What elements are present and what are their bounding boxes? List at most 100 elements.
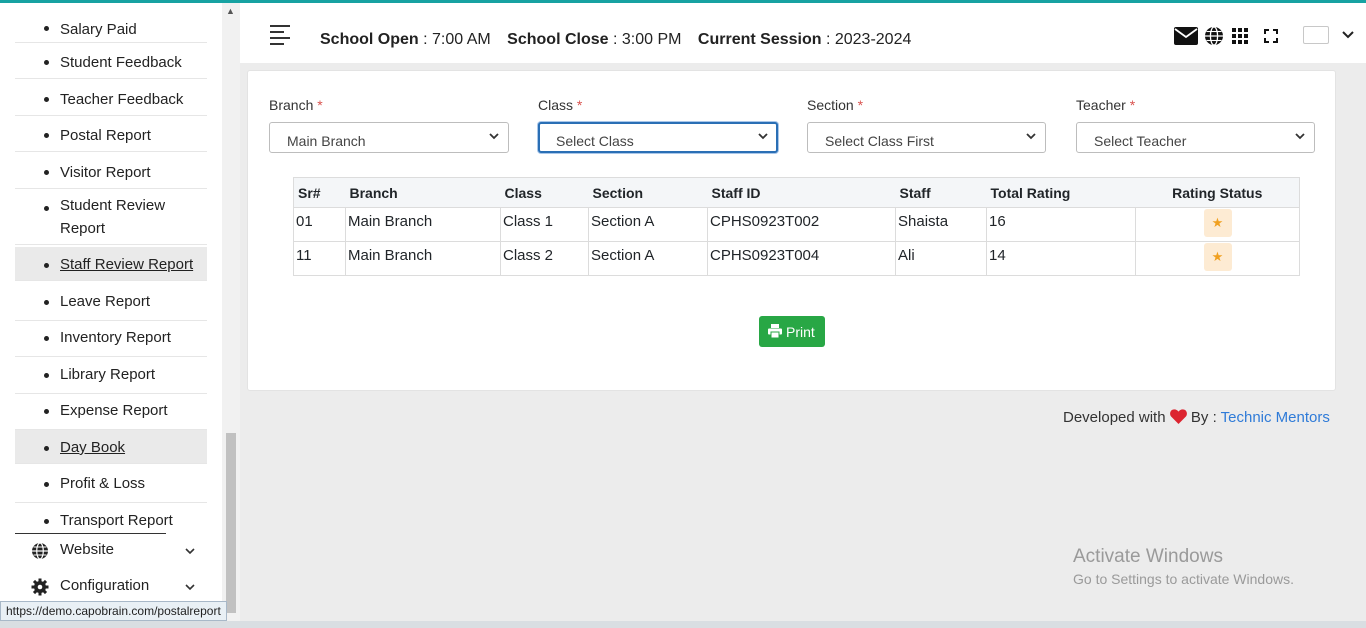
sidebar-item-label: Student Feedback: [60, 54, 182, 71]
school-open-value: : 7:00 AM: [423, 31, 491, 48]
cell-branch: Main Branch: [345, 241, 501, 276]
bullet-icon: [44, 336, 49, 341]
sidebar-item-label: Profit & Loss: [60, 475, 146, 492]
sidebar-item-leave-report[interactable]: Leave Report: [15, 287, 207, 321]
section-select[interactable]: Select Class First: [807, 122, 1046, 153]
cell-staff: Shaista: [895, 207, 987, 242]
sidebar: Salary Paid Student Feedback Teacher Fee…: [0, 3, 222, 628]
cell-section: Section A: [588, 207, 708, 242]
section-select-value: Select Class First: [825, 133, 934, 149]
chevron-down-icon[interactable]: [1342, 30, 1354, 40]
bullet-icon: [44, 482, 49, 487]
school-close-label: School Close: [507, 31, 609, 48]
required-marker: *: [576, 97, 583, 113]
sidebar-item-salary-paid[interactable]: Salary Paid: [15, 9, 207, 43]
grid-icon[interactable]: [1232, 28, 1248, 44]
footer-prefix: Developed with: [1063, 409, 1166, 426]
column-header-total-rating: Total Rating: [986, 177, 1136, 208]
cell-branch: Main Branch: [345, 207, 501, 242]
sidebar-item-postal-report[interactable]: Postal Report: [15, 118, 207, 152]
sidebar-item-label: Leave Report: [60, 293, 151, 310]
bullet-icon: [44, 519, 49, 524]
bullet-icon: [44, 263, 49, 268]
chevron-down-icon: [185, 584, 195, 591]
sidebar-item-label: Student Review Report: [60, 197, 166, 237]
teacher-label: Teacher *: [1076, 97, 1135, 113]
sidebar-item-visitor-report[interactable]: Visitor Report: [15, 155, 207, 189]
star-icon[interactable]: ★: [1203, 209, 1232, 237]
menu-toggle-icon[interactable]: [270, 25, 290, 49]
watermark-title: Activate Windows: [1073, 546, 1223, 567]
school-info: School Open : 7:00 AM School Close : 3:0…: [320, 31, 911, 49]
branch-label: Branch *: [269, 97, 323, 113]
cell-rating-status: ★: [1135, 241, 1300, 276]
current-session-label: Current Session: [697, 31, 822, 48]
sidebar-item-expense-report[interactable]: Expense Report: [15, 396, 207, 430]
top-header: School Open : 7:00 AM School Close : 3:0…: [240, 3, 1366, 63]
envelope-icon[interactable]: [1174, 27, 1198, 45]
sidebar-item-library-report[interactable]: Library Report: [15, 360, 207, 394]
branch-select[interactable]: Main Branch: [269, 122, 509, 153]
sidebar-item-profit-loss[interactable]: Profit & Loss: [15, 469, 207, 503]
bullet-icon: [44, 409, 49, 414]
cell-section: Section A: [588, 241, 708, 276]
printer-icon: [768, 324, 782, 338]
staff-review-table: Sr# Branch Class Section Staff ID Staff …: [293, 177, 1300, 276]
technic-mentors-link[interactable]: Technic Mentors: [1221, 409, 1330, 426]
sidebar-item-student-review-report[interactable]: Student Review Report: [15, 191, 207, 245]
chevron-down-icon: [489, 133, 499, 140]
column-header-class: Class: [500, 177, 589, 208]
print-button-label: Print: [786, 324, 815, 340]
class-label-text: Class: [538, 97, 574, 113]
star-icon[interactable]: ★: [1203, 243, 1232, 271]
cell-sr: 11: [293, 241, 346, 276]
scroll-up-arrow-icon[interactable]: ▲: [226, 6, 235, 16]
chevron-down-icon: [185, 548, 195, 555]
sidebar-item-day-book[interactable]: Day Book: [15, 430, 207, 464]
sidebar-group-label: Configuration: [60, 577, 150, 594]
bullet-icon: [44, 60, 49, 65]
sidebar-item-label: Expense Report: [60, 402, 168, 419]
cell-class: Class 2: [500, 241, 589, 276]
globe-icon: [32, 542, 48, 560]
avatar[interactable]: [1303, 26, 1329, 44]
sidebar-item-transport-report[interactable]: Transport Report: [15, 506, 207, 534]
table-row: 11 Main Branch Class 2 Section A CPHS092…: [293, 241, 1300, 276]
class-select-value: Select Class: [556, 133, 634, 149]
column-header-section: Section: [588, 177, 708, 208]
staff-review-card: Branch * Main Branch Class * Select Clas…: [247, 70, 1336, 391]
required-marker: *: [1129, 97, 1136, 113]
globe-icon[interactable]: [1204, 26, 1224, 46]
bullet-icon: [44, 97, 49, 102]
sidebar-item-label: Inventory Report: [60, 329, 171, 346]
column-header-rating-status: Rating Status: [1135, 177, 1300, 208]
sidebar-item-student-feedback[interactable]: Student Feedback: [15, 45, 207, 79]
footer-by: By :: [1190, 409, 1217, 426]
sidebar-group-configuration[interactable]: Configuration: [15, 570, 207, 604]
bullet-icon: [44, 446, 49, 451]
cell-rating-status: ★: [1135, 207, 1300, 242]
fullscreen-icon[interactable]: [1264, 29, 1278, 43]
teacher-select[interactable]: Select Teacher: [1076, 122, 1315, 153]
sidebar-item-teacher-feedback[interactable]: Teacher Feedback: [15, 82, 207, 116]
column-header-branch: Branch: [345, 177, 501, 208]
sidebar-item-label: Day Book: [60, 439, 126, 456]
section-label-text: Section: [807, 97, 854, 113]
sidebar-item-staff-review-report[interactable]: Staff Review Report: [15, 247, 207, 281]
print-button[interactable]: Print: [759, 316, 825, 347]
class-select[interactable]: Select Class: [538, 122, 778, 153]
bottom-strip: [0, 621, 1366, 628]
sidebar-group-website[interactable]: Website: [15, 534, 207, 568]
table-row: 01 Main Branch Class 1 Section A CPHS092…: [293, 207, 1300, 242]
sidebar-scrollbar-thumb[interactable]: [226, 433, 236, 613]
sidebar-group-label: Website: [60, 541, 114, 558]
branch-label-text: Branch: [269, 97, 314, 113]
branch-select-value: Main Branch: [287, 133, 366, 149]
sidebar-item-inventory-report[interactable]: Inventory Report: [15, 323, 207, 357]
chevron-down-icon: [1295, 133, 1305, 140]
required-marker: *: [317, 97, 323, 113]
sidebar-item-label: Visitor Report: [60, 164, 151, 181]
column-header-staff-id: Staff ID: [707, 177, 896, 208]
cell-sr: 01: [293, 207, 346, 242]
footer-credit: Developed with By : Technic Mentors: [1063, 409, 1330, 426]
